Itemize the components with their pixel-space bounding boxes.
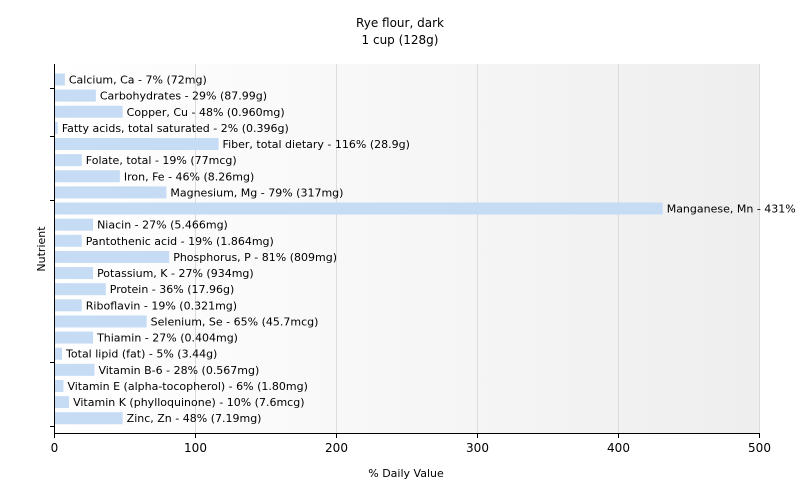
bar-label: Zinc, Zn - 48% (7.19mg) bbox=[127, 412, 262, 425]
bar-label: Magnesium, Mg - 79% (317mg) bbox=[170, 186, 343, 199]
bar-label: Iron, Fe - 46% (8.26mg) bbox=[124, 170, 254, 183]
bar-label: Riboflavin - 19% (0.321mg) bbox=[86, 299, 237, 312]
bar bbox=[55, 234, 82, 247]
bar bbox=[55, 299, 82, 312]
bar bbox=[55, 379, 64, 392]
x-tick-label: 100 bbox=[184, 441, 207, 455]
bar bbox=[55, 186, 167, 199]
bar bbox=[55, 89, 96, 102]
bar bbox=[55, 121, 58, 134]
bar bbox=[55, 396, 70, 409]
x-tick-label: 400 bbox=[607, 441, 630, 455]
y-axis-title: Nutrient bbox=[35, 226, 48, 272]
bar-label: Calcium, Ca - 7% (72mg) bbox=[69, 74, 207, 87]
chart-title: Rye flour, dark bbox=[356, 16, 444, 30]
bar-label: Fatty acids, total saturated - 2% (0.396… bbox=[62, 122, 289, 135]
bar-label: Manganese, Mn - 431% (8.614mg) bbox=[667, 203, 800, 216]
bar-label: Folate, total - 19% (77mcg) bbox=[86, 154, 237, 167]
bar bbox=[55, 315, 147, 328]
bar-label: Thiamin - 27% (0.404mg) bbox=[96, 332, 238, 345]
bar-label: Protein - 36% (17.96g) bbox=[110, 283, 235, 296]
bar-label: Vitamin K (phylloquinone) - 10% (7.6mcg) bbox=[73, 396, 304, 409]
bar-label: Total lipid (fat) - 5% (3.44g) bbox=[65, 348, 217, 361]
bar bbox=[55, 267, 94, 280]
bar bbox=[55, 105, 123, 118]
bar-label: Potassium, K - 27% (934mg) bbox=[97, 267, 254, 280]
plot-background bbox=[54, 64, 759, 433]
bar bbox=[55, 202, 663, 215]
bar-label: Selenium, Se - 65% (45.7mcg) bbox=[151, 315, 319, 328]
bar-label: Vitamin B-6 - 28% (0.567mg) bbox=[98, 364, 259, 377]
bar-chart: Calcium, Ca - 7% (72mg) Carbohydrates - 2… bbox=[35, 16, 800, 480]
bar-label: Phosphorus, P - 81% (809mg) bbox=[173, 251, 337, 264]
bar-label: Vitamin E (alpha-tocopherol) - 6% (1.80m… bbox=[67, 380, 307, 393]
bar-label: Fiber, total dietary - 116% (28.9g) bbox=[223, 138, 410, 151]
bar bbox=[55, 250, 170, 263]
bar-label: Niacin - 27% (5.466mg) bbox=[97, 219, 228, 232]
bar bbox=[55, 363, 95, 376]
chart-subtitle: 1 cup (128g) bbox=[362, 33, 439, 47]
bar bbox=[55, 170, 120, 183]
bar bbox=[55, 412, 123, 425]
bar-label: Carbohydrates - 29% (87.99g) bbox=[100, 90, 267, 103]
x-tick-label: 200 bbox=[325, 441, 348, 455]
chart: Calcium, Ca - 7% (72mg) Carbohydrates - 2… bbox=[0, 0, 800, 500]
x-tick-label: 300 bbox=[466, 441, 489, 455]
x-tick-label: 500 bbox=[748, 441, 771, 455]
bar bbox=[55, 154, 82, 167]
bar bbox=[55, 218, 94, 231]
x-axis-title: % Daily Value bbox=[368, 467, 444, 480]
bar bbox=[55, 283, 106, 296]
bar bbox=[55, 347, 63, 360]
bar-label: Pantothenic acid - 19% (1.864mg) bbox=[86, 235, 274, 248]
bar bbox=[55, 331, 94, 344]
bar-label: Copper, Cu - 48% (0.960mg) bbox=[127, 106, 285, 119]
bar bbox=[55, 138, 219, 151]
bar bbox=[55, 73, 65, 86]
x-tick-label: 0 bbox=[51, 441, 59, 455]
